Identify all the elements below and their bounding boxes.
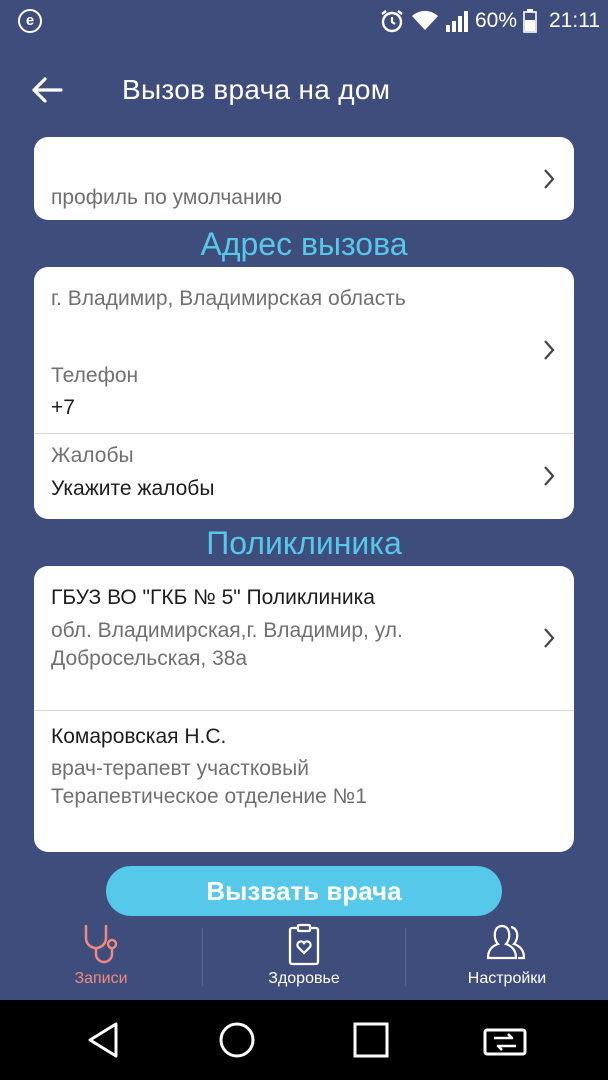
- page-title: Вызов врача на дом: [122, 74, 391, 105]
- clinic-address-line1: обл. Владимирская,г. Владимир, ул.: [51, 619, 403, 642]
- alarm-icon: [381, 10, 403, 33]
- back-triangle-icon[interactable]: [84, 1020, 124, 1060]
- back-arrow-icon[interactable]: [30, 74, 64, 106]
- doctor-position: врач-терапевт участковый: [51, 757, 309, 780]
- tab-settings-label: Настройки: [467, 970, 547, 987]
- system-nav-bar: [0, 1000, 608, 1080]
- signal-icon: [445, 11, 468, 32]
- chevron-right-icon: [544, 628, 555, 648]
- home-circle-icon[interactable]: [217, 1020, 257, 1060]
- chevron-right-icon: [544, 169, 555, 189]
- clinic-section-title: Поликлиника: [206, 525, 402, 561]
- people-icon: [486, 924, 526, 960]
- complaints-value: Укажите жалобы: [51, 477, 215, 500]
- app-notification-icon: e: [18, 9, 42, 33]
- tab-health[interactable]: Здоровье: [203, 918, 405, 1000]
- call-doctor-button[interactable]: Вызвать врача: [106, 866, 502, 916]
- tab-records-label: Записи: [74, 970, 128, 987]
- clinic-row[interactable]: ГБУЗ ВО "ГКБ № 5" Поликлиника обл. Влади…: [34, 566, 574, 710]
- tab-records[interactable]: Записи: [0, 918, 202, 1000]
- chevron-right-icon: [544, 340, 555, 360]
- tab-settings[interactable]: Настройки: [406, 918, 608, 1000]
- address-section-title: Адрес вызова: [200, 226, 408, 262]
- address-value: г. Владимир, Владимирская область: [51, 287, 406, 310]
- complaints-row[interactable]: Жалобы Укажите жалобы: [34, 434, 574, 519]
- profile-value: профиль по умолчанию: [51, 186, 283, 209]
- stethoscope-icon: [84, 924, 118, 964]
- phone-value: +7: [51, 396, 75, 419]
- doctor-name: Комаровская Н.С.: [51, 725, 227, 748]
- clipboard-heart-icon: [288, 923, 320, 966]
- profile-selector[interactable]: профиль по умолчанию: [34, 137, 574, 220]
- phone-label: Телефон: [51, 364, 139, 387]
- complaints-label: Жалобы: [51, 444, 134, 467]
- battery-icon: [523, 9, 537, 33]
- address-row[interactable]: г. Владимир, Владимирская область Телефо…: [34, 267, 574, 433]
- status-bar: e 60% 21:11: [0, 0, 608, 44]
- battery-percent: 60%: [474, 9, 517, 32]
- doctor-row: Комаровская Н.С. врач-терапевт участковы…: [34, 711, 574, 852]
- chevron-right-icon: [544, 466, 555, 486]
- tab-health-label: Здоровье: [268, 970, 340, 987]
- clock: 21:11: [549, 9, 600, 32]
- clinic-name: ГБУЗ ВО "ГКБ № 5" Поликлиника: [51, 586, 375, 609]
- switch-app-icon[interactable]: [482, 1020, 528, 1060]
- clinic-card: ГБУЗ ВО "ГКБ № 5" Поликлиника обл. Влади…: [34, 566, 574, 852]
- wifi-icon: [411, 10, 438, 30]
- recents-square-icon[interactable]: [351, 1020, 391, 1060]
- app-header: Вызов врача на дом: [0, 60, 608, 120]
- bottom-tab-bar: Записи Здоровье Настройки: [0, 918, 608, 1000]
- address-card: г. Владимир, Владимирская область Телефо…: [34, 267, 574, 519]
- clinic-address-line2: Добросельская, 38а: [51, 647, 248, 670]
- doctor-department: Терапевтическое отделение №1: [51, 785, 367, 808]
